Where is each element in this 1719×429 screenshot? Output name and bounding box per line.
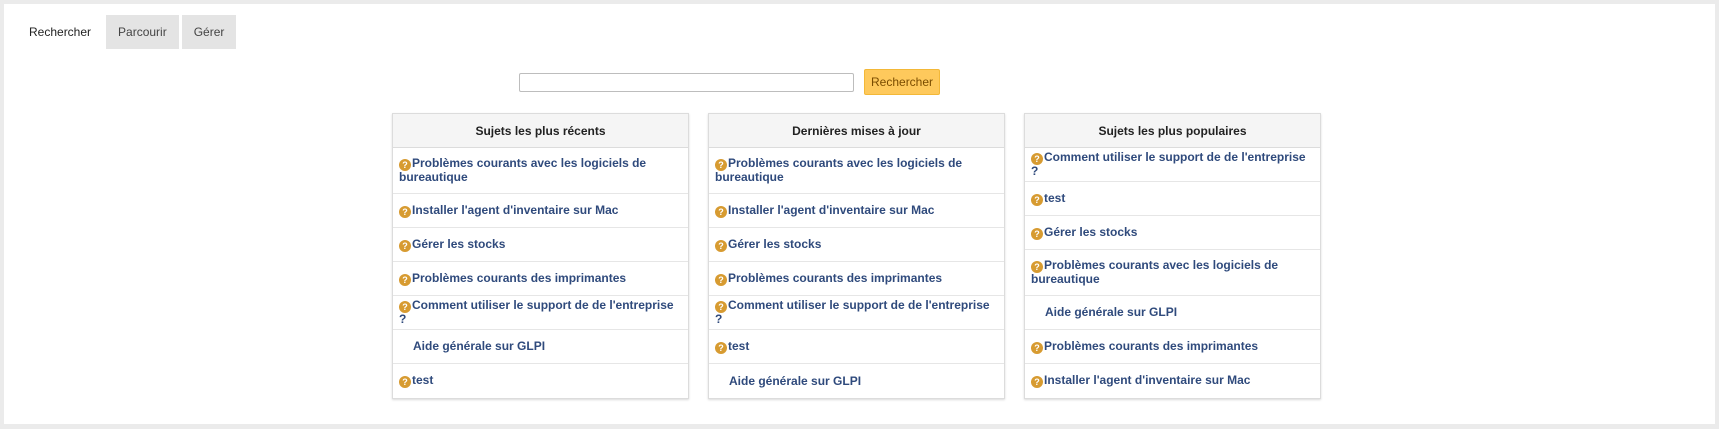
list-item[interactable]: ? Problèmes courants avec les logiciels d… (393, 148, 688, 194)
question-icon: ? (399, 205, 411, 218)
question-icon: ? (1031, 193, 1043, 206)
column-title: Dernières mises à jour (709, 114, 1004, 148)
column-popular: Sujets les plus populaires ? Comment util… (1024, 113, 1321, 399)
list-item[interactable]: ? Comment utiliser le support de de l'ent… (1025, 148, 1320, 182)
question-icon: ? (715, 239, 727, 252)
question-icon: ? (399, 273, 411, 286)
question-icon: ? (715, 273, 727, 286)
list-item[interactable]: ? Comment utiliser le support de de l'ent… (393, 296, 688, 330)
column-title: Sujets les plus récents (393, 114, 688, 148)
search-input[interactable] (519, 72, 854, 92)
list-item[interactable]: ? test (1025, 182, 1320, 216)
tab-parcourir[interactable]: Parcourir (106, 15, 179, 49)
tab-rechercher[interactable]: Rechercher (17, 15, 104, 49)
list-item[interactable]: ? Problèmes courants avec les logiciels d… (709, 148, 1004, 194)
question-icon: ? (715, 205, 727, 218)
list-item[interactable]: ? Problèmes courants des imprimantes (709, 262, 1004, 296)
list-item[interactable]: ? Problèmes courants des imprimantes (1025, 330, 1320, 364)
list-item[interactable]: Aide générale sur GLPI (709, 364, 1004, 398)
knowbase-panel: Rechercher Parcourir Gérer Rechercher Su… (4, 4, 1715, 424)
question-icon: ? (715, 341, 727, 354)
column-recent: Sujets les plus récents ? Problèmes coura… (392, 113, 689, 399)
question-icon: ? (1031, 227, 1043, 240)
list-item[interactable]: Aide générale sur GLPI (1025, 296, 1320, 330)
question-icon: ? (1031, 376, 1043, 388)
search-button[interactable]: Rechercher (864, 69, 941, 95)
question-icon: ? (1031, 341, 1043, 354)
list-item[interactable]: ? Problèmes courants des imprimantes (393, 262, 688, 296)
tab-bar: Rechercher Parcourir Gérer (17, 15, 237, 49)
list-item[interactable]: Aide générale sur GLPI (393, 330, 688, 364)
column-updates: Dernières mises à jour ? Problèmes couran… (708, 113, 1005, 399)
tab-gerer[interactable]: Gérer (181, 15, 237, 49)
list-item[interactable]: ? Installer l'agent d'inventaire sur Mac (709, 194, 1004, 228)
list-item[interactable]: ? Problèmes courants avec les logiciels d… (1025, 250, 1320, 296)
column-title: Sujets les plus populaires (1025, 114, 1320, 148)
question-icon: ? (399, 376, 411, 388)
list-item[interactable]: ? Gérer les stocks (709, 228, 1004, 262)
list-item[interactable]: ? Gérer les stocks (1025, 216, 1320, 250)
question-icon: ? (399, 239, 411, 252)
search-bar: Rechercher (519, 69, 941, 95)
list-item[interactable]: ? Gérer les stocks (393, 228, 688, 262)
list-item[interactable]: ? Installer l'agent d'inventaire sur Mac (1025, 364, 1320, 398)
list-item[interactable]: ? Installer l'agent d'inventaire sur Mac (393, 194, 688, 228)
list-item[interactable]: ? test (709, 330, 1004, 364)
list-item[interactable]: ? Comment utiliser le support de de l'ent… (709, 296, 1004, 330)
list-item[interactable]: ? test (393, 364, 688, 398)
